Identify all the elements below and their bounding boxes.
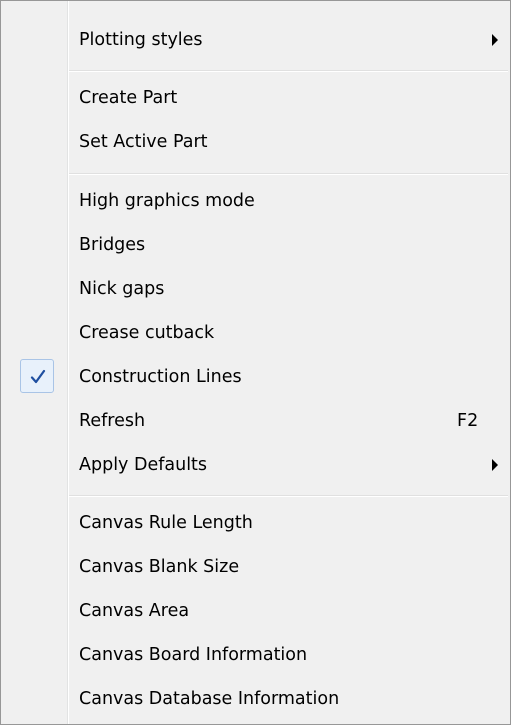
menu-item-label: Canvas Rule Length: [79, 513, 253, 533]
menu-item-high-graphics-mode[interactable]: High graphics mode: [1, 179, 510, 223]
menu-item-nick-gaps[interactable]: Nick gaps: [1, 267, 510, 311]
menu-item-label: Nick gaps: [79, 279, 165, 299]
menu-item-label: Refresh: [79, 411, 146, 431]
menu-item-label: Crease cutback: [79, 323, 215, 343]
menu-item-create-part[interactable]: Create Part: [1, 76, 510, 120]
menu-item-canvas-blank-size[interactable]: Canvas Blank Size: [1, 545, 510, 589]
menu-item-label: Canvas Blank Size: [79, 557, 240, 577]
menu-item-set-active-part[interactable]: Set Active Part: [1, 120, 510, 164]
menu-item-canvas-database-information[interactable]: Canvas Database Information: [1, 677, 510, 721]
menu-item-shortcut: F2: [457, 411, 479, 431]
menu-separator: [69, 495, 508, 497]
menu-item-crease-cutback[interactable]: Crease cutback: [1, 311, 510, 355]
menu-item-refresh[interactable]: Refresh F2: [1, 399, 510, 443]
submenu-arrow-icon: [492, 459, 498, 471]
menu-item-label: Set Active Part: [79, 132, 208, 152]
menu-item-bridges[interactable]: Bridges: [1, 223, 510, 267]
menu-item-canvas-board-information[interactable]: Canvas Board Information: [1, 633, 510, 677]
menu-item-label: High graphics mode: [79, 191, 255, 211]
menu-separator: [69, 70, 508, 72]
context-menu: Plotting styles Create Part Set Active P…: [0, 0, 511, 725]
menu-item-construction-lines[interactable]: Construction Lines: [1, 355, 510, 399]
menu-item-label: Canvas Board Information: [79, 645, 308, 665]
menu-item-canvas-area[interactable]: Canvas Area: [1, 589, 510, 633]
menu-item-label: Construction Lines: [79, 367, 242, 387]
menu-item-label: Canvas Area: [79, 601, 190, 621]
menu-item-apply-defaults[interactable]: Apply Defaults: [1, 443, 510, 487]
menu-item-label: Create Part: [79, 88, 178, 108]
menu-item-canvas-rule-length[interactable]: Canvas Rule Length: [1, 501, 510, 545]
submenu-arrow-icon: [492, 34, 498, 46]
menu-item-label: Canvas Database Information: [79, 689, 340, 709]
menu-item-label: Plotting styles: [79, 30, 203, 50]
menu-item-plotting-styles[interactable]: Plotting styles: [1, 18, 510, 62]
menu-item-label: Bridges: [79, 235, 146, 255]
menu-item-label: Apply Defaults: [79, 455, 208, 475]
menu-separator: [69, 173, 508, 175]
checkmark-icon: [20, 359, 54, 393]
